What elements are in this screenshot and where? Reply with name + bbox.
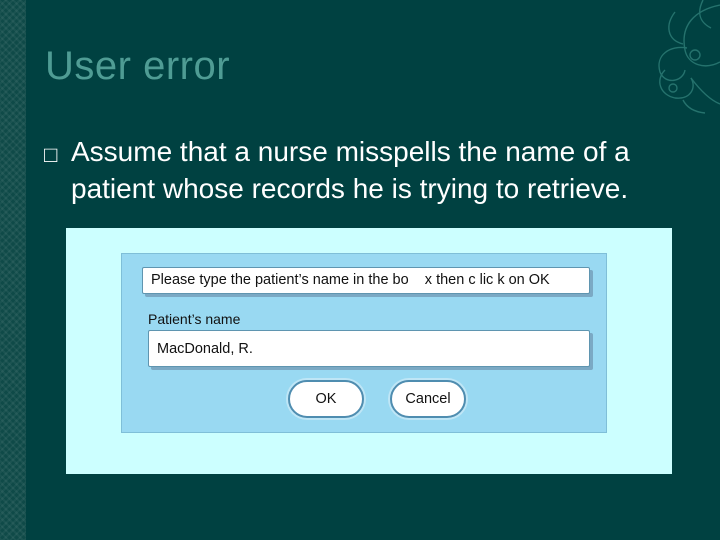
slide-body-text: Assume that a nurse misspells the name o…: [71, 136, 630, 204]
decorative-border-strip: [0, 0, 26, 540]
patient-name-input[interactable]: MacDonald, R.: [148, 330, 590, 367]
instruction-box: Please type the patient’s name in the bo…: [142, 267, 590, 294]
floral-ornament-icon: [658, 0, 720, 114]
slide-title: User error: [45, 44, 231, 88]
cancel-button[interactable]: Cancel: [390, 380, 466, 418]
patient-name-dialog: Please type the patient’s name in the bo…: [121, 253, 607, 433]
patient-name-label: Patient’s name: [148, 311, 241, 327]
ok-button[interactable]: OK: [288, 380, 364, 418]
bullet-marker: □: [44, 142, 58, 167]
dialog-illustration: Please type the patient’s name in the bo…: [66, 228, 672, 474]
